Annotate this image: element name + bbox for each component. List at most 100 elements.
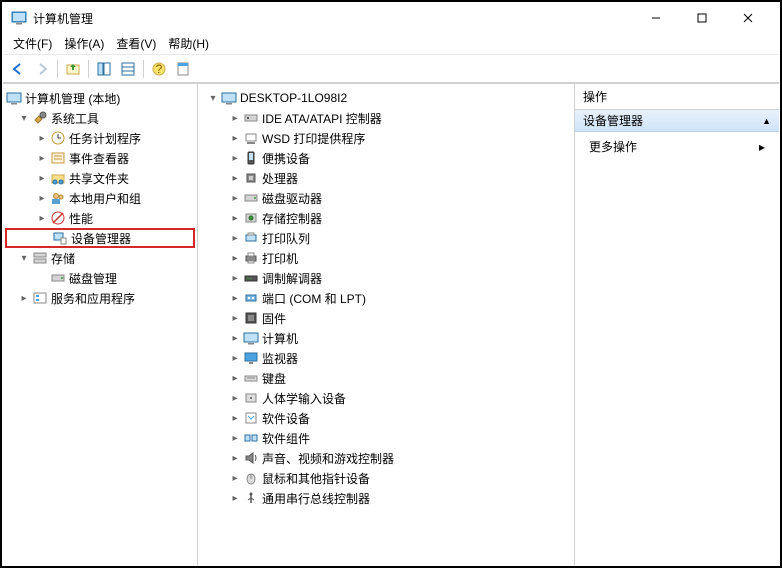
tree-disk-management[interactable]: 磁盘管理 [5,268,195,288]
expander-icon[interactable]: ▸ [228,293,242,304]
swcomp-icon [243,430,259,446]
toolbar-separator [88,60,89,78]
view-button-2[interactable] [117,58,139,80]
device-category-label: 键盘 [262,370,286,387]
device-category[interactable]: ▸ 通用串行总线控制器 [200,488,572,508]
tree-performance[interactable]: ▸ 性能 [5,208,195,228]
sound-icon [243,450,259,466]
tree-task-scheduler[interactable]: ▸任务计划程序 [5,128,195,148]
window-title: 计算机管理 [33,10,633,27]
expander-icon[interactable]: ▸ [228,213,242,224]
device-category-label: 鼠标和其他指针设备 [262,470,370,487]
expander-icon[interactable]: ▸ [228,273,242,284]
device-category[interactable]: ▸磁盘驱动器 [200,188,572,208]
device-category[interactable]: ▸IDE ATA/ATAPI 控制器 [200,108,572,128]
help-button[interactable]: ? [148,58,170,80]
device-category[interactable]: ▸ 监视器 [200,348,572,368]
computer-icon [243,330,259,346]
device-category[interactable]: ▸ 键盘 [200,368,572,388]
device-category-label: 监视器 [262,350,298,367]
device-tree-panel: ▾DESKTOP-1LO98I2 ▸IDE ATA/ATAPI 控制器▸WSD … [198,84,575,565]
tree-shared-folders[interactable]: ▸共享文件夹 [5,168,195,188]
tree-event-viewer[interactable]: ▸事件查看器 [5,148,195,168]
device-category[interactable]: ▸ 鼠标和其他指针设备 [200,468,572,488]
expander-icon[interactable]: ▸ [228,133,242,144]
expander-icon[interactable]: ▾ [17,253,31,264]
menu-action[interactable]: 操作(A) [58,33,110,54]
expander-icon[interactable]: ▸ [35,153,49,164]
expander-icon[interactable]: ▸ [35,133,49,144]
device-category[interactable]: ▸处理器 [200,168,572,188]
device-category[interactable]: ▸计算机 [200,328,572,348]
expander-icon[interactable]: ▸ [228,393,242,404]
expander-icon[interactable]: ▸ [228,353,242,364]
expander-icon[interactable]: ▸ [17,293,31,304]
device-root[interactable]: ▾DESKTOP-1LO98I2 [200,88,572,108]
expander-icon[interactable]: ▸ [228,373,242,384]
device-category-label: 打印机 [262,250,298,267]
device-category-label: 人体学输入设备 [262,390,346,407]
tree-label: 性能 [69,210,93,227]
expander-icon[interactable]: ▸ [228,193,242,204]
expander-icon[interactable]: ▸ [228,173,242,184]
device-category[interactable]: ▸ 存储控制器 [200,208,572,228]
expander-icon[interactable]: ▸ [228,313,242,324]
tree-root[interactable]: 计算机管理 (本地) [5,88,195,108]
device-category[interactable]: ▸打印队列 [200,228,572,248]
properties-button[interactable] [172,58,194,80]
expander-icon[interactable]: ▸ [35,173,49,184]
folder-share-icon [50,170,66,186]
expander-icon[interactable]: ▸ [228,413,242,424]
actions-section[interactable]: 设备管理器▲ [575,110,779,132]
tree-local-users[interactable]: ▸ 本地用户和组 [5,188,195,208]
device-category[interactable]: ▸ 软件设备 [200,408,572,428]
menu-file[interactable]: 文件(F) [7,33,58,54]
expander-icon[interactable]: ▸ [228,433,242,444]
tree-storage[interactable]: ▾存储 [5,248,195,268]
device-category[interactable]: ▸声音、视频和游戏控制器 [200,448,572,468]
close-button[interactable] [725,3,771,33]
clock-icon [50,130,66,146]
device-category[interactable]: ▸WSD 打印提供程序 [200,128,572,148]
left-tree-panel: 计算机管理 (本地) ▾系统工具 ▸任务计划程序 ▸事件查看器 ▸共享文件夹 ▸… [3,84,198,565]
menu-view[interactable]: 查看(V) [110,33,162,54]
device-category[interactable]: ▸ 人体学输入设备 [200,388,572,408]
maximize-button[interactable] [679,3,725,33]
more-actions[interactable]: 更多操作▸ [575,132,779,161]
device-category-label: 端口 (COM 和 LPT) [262,290,366,307]
expander-icon[interactable]: ▾ [17,113,31,124]
up-button[interactable] [62,58,84,80]
expander-icon[interactable]: ▸ [228,333,242,344]
tree-label: 本地用户和组 [69,190,141,207]
expander-icon[interactable]: ▾ [206,93,220,104]
device-category-label: 存储控制器 [262,210,322,227]
expander-icon[interactable]: ▸ [228,473,242,484]
device-category[interactable]: ▸便携设备 [200,148,572,168]
expander-icon[interactable]: ▸ [228,233,242,244]
svg-text:?: ? [156,62,163,76]
minimize-button[interactable] [633,3,679,33]
tree-label: 设备管理器 [71,230,131,247]
device-category[interactable]: ▸ 端口 (COM 和 LPT) [200,288,572,308]
expander-icon[interactable]: ▸ [35,213,49,224]
device-category[interactable]: ▸调制解调器 [200,268,572,288]
tree-device-manager-selected[interactable]: 设备管理器 [5,228,195,248]
expander-icon[interactable]: ▸ [228,153,242,164]
device-category[interactable]: ▸ 打印机 [200,248,572,268]
expander-icon[interactable]: ▸ [228,453,242,464]
device-category-label: 通用串行总线控制器 [262,490,370,507]
expander-icon[interactable]: ▸ [35,193,49,204]
expander-icon[interactable]: ▸ [228,253,242,264]
tree-services-apps[interactable]: ▸服务和应用程序 [5,288,195,308]
forward-button[interactable] [31,58,53,80]
device-category[interactable]: ▸软件组件 [200,428,572,448]
more-actions-label: 更多操作 [589,138,637,155]
menu-help[interactable]: 帮助(H) [162,33,215,54]
view-button-1[interactable] [93,58,115,80]
expander-icon[interactable]: ▸ [228,493,242,504]
device-category-label: 软件设备 [262,410,310,427]
device-category[interactable]: ▸固件 [200,308,572,328]
tree-system-tools[interactable]: ▾系统工具 [5,108,195,128]
expander-icon[interactable]: ▸ [228,113,242,124]
back-button[interactable] [7,58,29,80]
